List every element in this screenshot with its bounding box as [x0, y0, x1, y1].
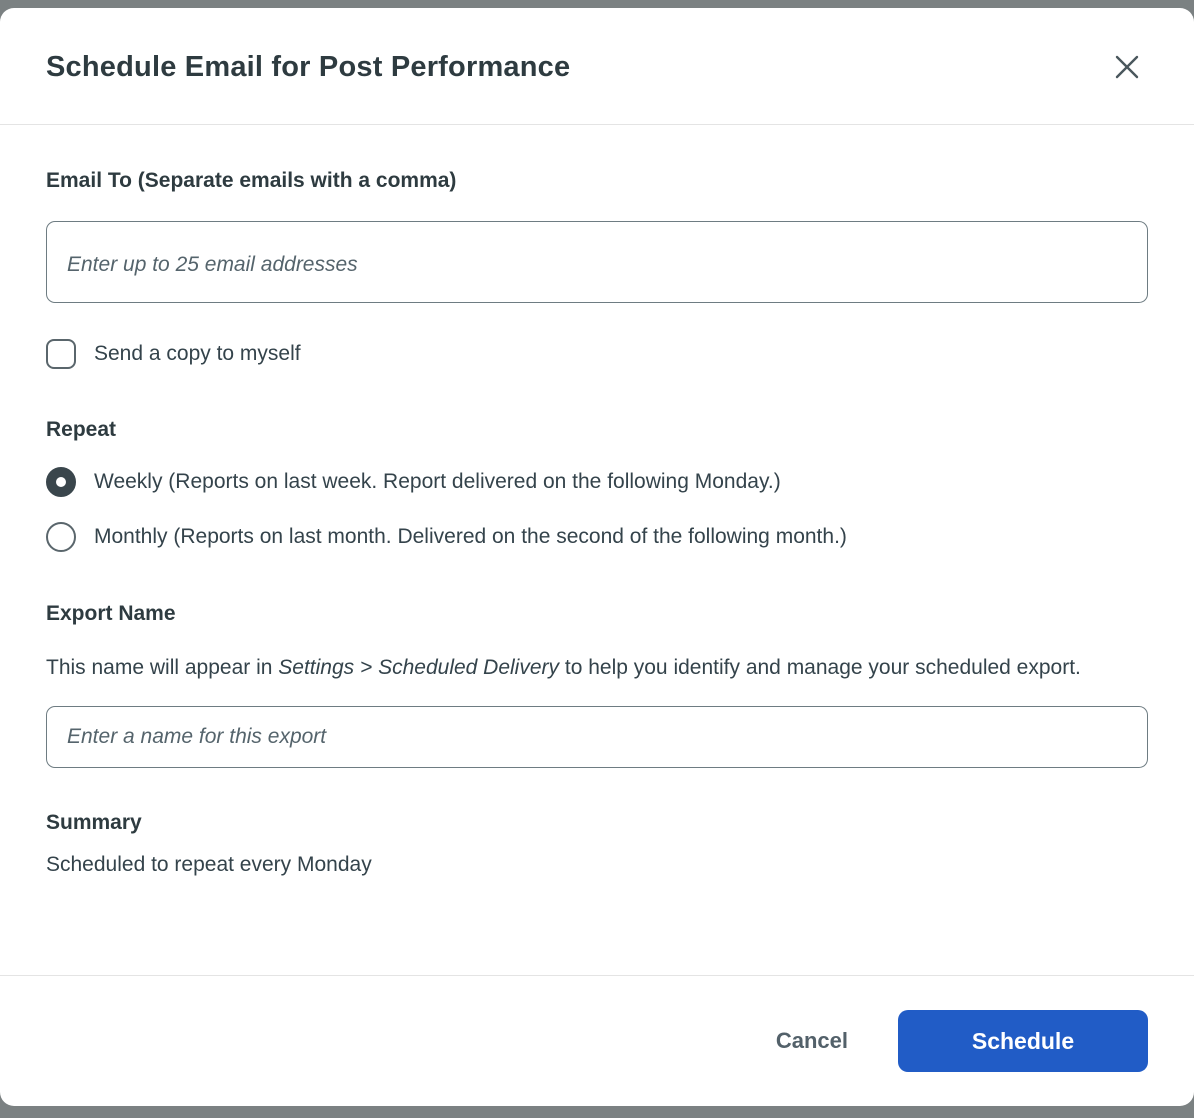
send-copy-checkbox[interactable] — [46, 339, 76, 369]
monthly-radio[interactable] — [46, 522, 76, 552]
summary-label: Summary — [46, 811, 1148, 835]
weekly-radio-label: Weekly (Reports on last week. Report del… — [94, 470, 781, 494]
close-button[interactable] — [1108, 48, 1146, 86]
cancel-button[interactable]: Cancel — [762, 1018, 862, 1064]
modal-title: Schedule Email for Post Performance — [46, 51, 570, 84]
repeat-label: Repeat — [46, 418, 1148, 442]
export-name-description: This name will appear in Settings > Sche… — [46, 646, 1116, 690]
send-copy-label: Send a copy to myself — [94, 342, 301, 366]
schedule-button[interactable]: Schedule — [898, 1010, 1148, 1072]
schedule-email-modal: Schedule Email for Post Performance Emai… — [0, 8, 1194, 1106]
email-to-label: Email To (Separate emails with a comma) — [46, 169, 1148, 193]
weekly-radio[interactable] — [46, 467, 76, 497]
monthly-radio-label: Monthly (Reports on last month. Delivere… — [94, 525, 847, 549]
export-desc-prefix: This name will appear in — [46, 656, 278, 679]
export-name-input[interactable] — [46, 706, 1148, 768]
export-desc-path: Settings > Scheduled Delivery — [278, 656, 559, 679]
export-desc-suffix: to help you identify and manage your sch… — [559, 656, 1081, 679]
send-copy-checkbox-row[interactable]: Send a copy to myself — [46, 339, 1148, 369]
modal-footer: Cancel Schedule — [0, 975, 1194, 1106]
modal-header: Schedule Email for Post Performance — [0, 8, 1194, 125]
repeat-option-weekly[interactable]: Weekly (Reports on last week. Report del… — [46, 467, 1148, 497]
export-name-label: Export Name — [46, 602, 1148, 626]
repeat-option-monthly[interactable]: Monthly (Reports on last month. Delivere… — [46, 522, 1148, 552]
email-to-input[interactable] — [46, 221, 1148, 303]
summary-text: Scheduled to repeat every Monday — [46, 853, 1148, 877]
close-icon — [1112, 70, 1142, 85]
modal-body: Email To (Separate emails with a comma) … — [0, 125, 1194, 975]
